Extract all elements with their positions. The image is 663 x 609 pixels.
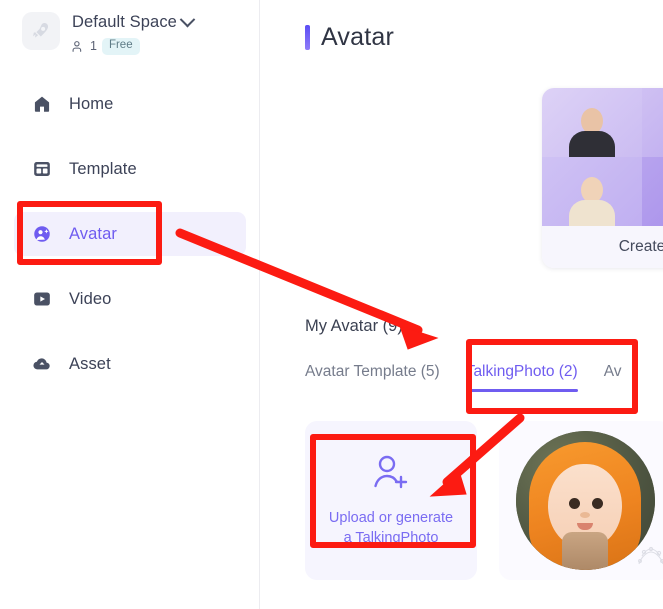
upload-label-line2: a TalkingPhoto [343,530,439,546]
avatar-icon [32,224,52,244]
main-content: Avatar Create My Avatar (9) Avatar Templ… [261,0,663,609]
sidebar: Default Space 1 Free Home Template Avata… [0,0,260,609]
watermark-icon [633,542,663,576]
tab-avatar-overflow[interactable]: Av [604,363,622,392]
chevron-down-icon[interactable] [179,11,196,28]
sidebar-item-label: Asset [69,354,111,373]
avatar-thumb-3 [542,157,642,226]
sidebar-item-avatar[interactable]: Avatar [14,212,246,256]
avatar-grid: Upload or generate a TalkingPhoto [305,421,663,580]
page-title-row: Avatar [305,23,394,52]
sidebar-item-home[interactable]: Home [14,82,246,126]
rocket-icon [22,12,60,50]
template-icon [32,159,52,179]
avatar-thumb-4 [642,157,663,226]
talkingphoto-item[interactable] [499,421,663,580]
page-title: Avatar [321,23,395,51]
members-icon [72,40,85,53]
upload-card-label: Upload or generate a TalkingPhoto [329,508,453,548]
app-root: Default Space 1 Free Home Template Avata… [0,0,663,609]
member-count: 1 [90,39,97,54]
my-avatar-section-title: My Avatar (9) [305,317,403,335]
create-card-footer: Create [542,226,663,268]
avatar-tabs: Avatar Template (5) TalkingPhoto (2) Av [305,363,622,392]
upload-label-line1: Upload or generate [328,510,454,526]
space-switcher[interactable]: Default Space 1 Free [22,11,196,55]
home-icon [32,94,52,114]
user-add-icon [369,453,413,498]
sidebar-item-label: Avatar [69,224,117,243]
create-card-label: Create [618,238,663,255]
avatar-thumbnail-grid [542,88,663,226]
space-name: Default Space [72,13,177,31]
plan-badge: Free [101,38,140,55]
sidebar-nav: Home Template Avatar Video Asset [0,82,260,407]
upload-talkingphoto-card[interactable]: Upload or generate a TalkingPhoto [305,421,477,580]
avatar-thumb-1 [542,88,642,157]
sidebar-item-label: Video [69,289,112,308]
video-icon [32,289,52,309]
sidebar-item-template[interactable]: Template [14,147,246,191]
sidebar-item-video[interactable]: Video [14,277,246,321]
title-accent-bar [305,25,310,50]
sidebar-item-asset[interactable]: Asset [14,342,246,386]
sidebar-item-label: Template [69,159,137,178]
create-avatar-card[interactable]: Create [542,88,663,268]
tab-avatar-template[interactable]: Avatar Template (5) [305,363,440,392]
sidebar-item-label: Home [69,94,114,113]
tab-talkingphoto[interactable]: TalkingPhoto (2) [465,363,578,392]
cloud-icon [32,354,52,374]
avatar-thumb-2 [642,88,663,157]
